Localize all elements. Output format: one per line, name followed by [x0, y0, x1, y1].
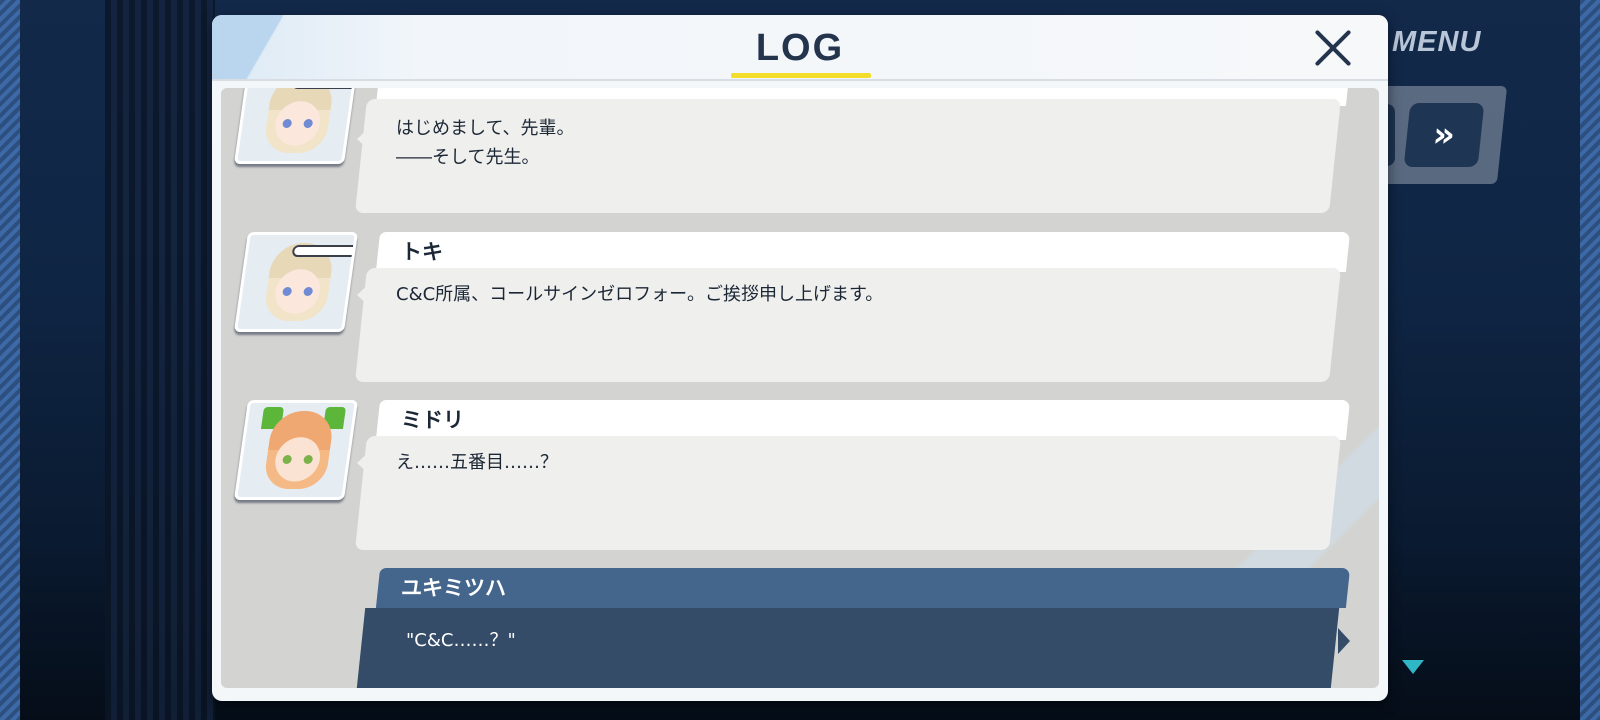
log-title: LOG	[755, 27, 845, 69]
avatar	[233, 400, 359, 500]
avatar	[233, 232, 359, 332]
toki-portrait-icon	[233, 88, 359, 164]
title-underline	[731, 73, 871, 78]
log-entry-player: ユキミツハ "C&C……？"	[221, 568, 1379, 688]
log-window: LOG はじめまして、先輩。 ――そして先生。 トキ C&C所属、コールサインゼ…	[212, 15, 1388, 701]
fast-forward-button[interactable]: »	[1403, 103, 1485, 167]
header-divider	[212, 79, 1388, 81]
toki-portrait-icon	[233, 232, 359, 332]
message-text: え……五番目……？	[396, 452, 558, 473]
log-entry: トキ C&C所属、コールサインゼロフォー。ご挨拶申し上げます。	[221, 232, 1379, 392]
player-name: ユキミツハ	[401, 576, 506, 600]
message-pointer	[357, 126, 371, 152]
midori-portrait-icon	[233, 400, 359, 500]
player-message-text: "C&C……？"	[406, 630, 516, 651]
log-scroll-area[interactable]: はじめまして、先輩。 ――そして先生。 トキ C&C所属、コールサインゼロフォー…	[221, 88, 1379, 688]
background-curtain	[105, 0, 215, 720]
speaker-name-bar	[375, 400, 1351, 440]
close-button[interactable]	[1311, 26, 1355, 70]
speaker-name: トキ	[401, 240, 443, 264]
player-message-pointer	[1338, 628, 1350, 654]
left-border-stripe	[0, 0, 20, 720]
player-name-bar	[375, 568, 1351, 608]
fast-forward-icon: »	[1430, 115, 1458, 155]
message-text: はじめまして、先輩。 ――そして先生。	[396, 118, 575, 168]
next-arrow-icon[interactable]	[1402, 660, 1424, 674]
log-header: LOG	[212, 15, 1388, 79]
message-pointer	[357, 282, 371, 308]
speaker-name: ミドリ	[401, 408, 464, 432]
avatar	[233, 88, 359, 164]
right-border-stripe	[1580, 0, 1600, 720]
message-pointer	[357, 450, 371, 476]
speaker-name-bar	[375, 232, 1351, 272]
log-entry: ミドリ え……五番目……？	[221, 400, 1379, 560]
log-entry: はじめまして、先輩。 ――そして先生。	[221, 88, 1379, 224]
message-text: C&C所属、コールサインゼロフォー。ご挨拶申し上げます。	[396, 284, 884, 305]
menu-button[interactable]: MENU	[1392, 26, 1481, 59]
